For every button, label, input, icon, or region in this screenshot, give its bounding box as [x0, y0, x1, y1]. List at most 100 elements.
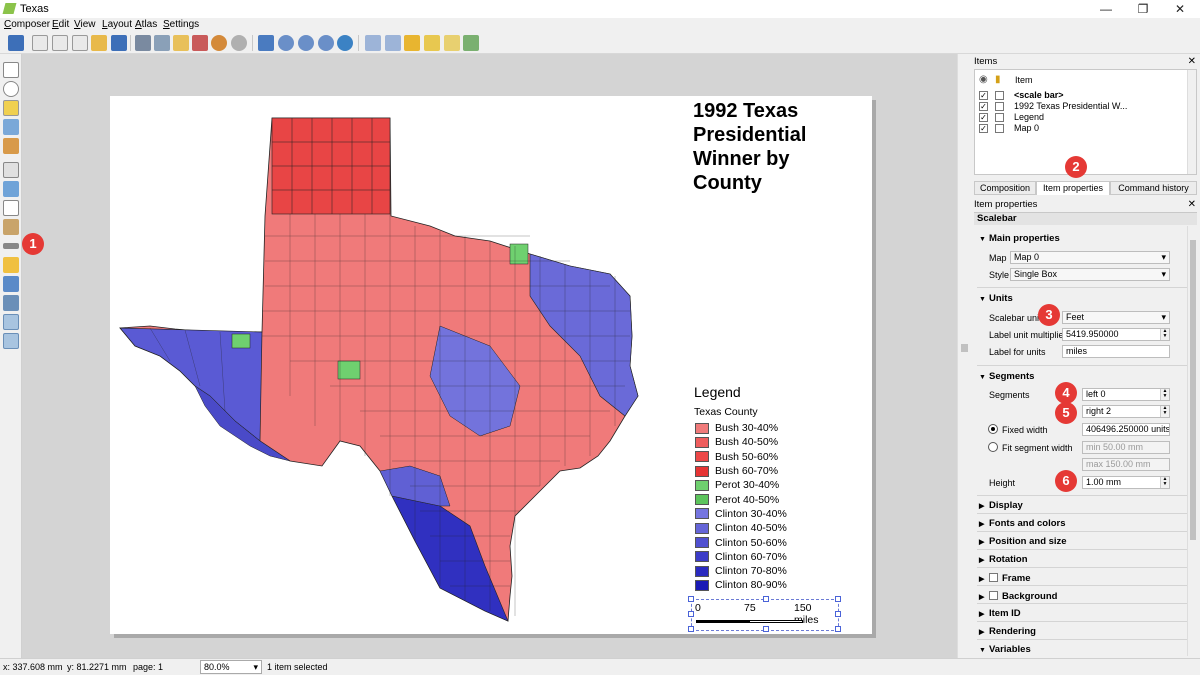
canvas-scrollbar[interactable]	[957, 54, 971, 658]
ungroup-icon[interactable]	[385, 35, 401, 51]
save-icon[interactable]	[8, 35, 24, 51]
scrollbar-thumb[interactable]	[1190, 240, 1196, 540]
visibility-checkbox[interactable]: ✓	[979, 113, 988, 122]
add-scalebar-icon[interactable]	[3, 243, 19, 249]
layout-page[interactable]: 1992 Texas Presidential Winner by County…	[110, 96, 872, 634]
close-icon[interactable]: ✕	[1188, 56, 1196, 67]
add-label-icon[interactable]	[3, 200, 19, 216]
unlock-icon[interactable]	[424, 35, 440, 51]
item-row-map[interactable]: ✓ Map 0	[979, 123, 1194, 134]
map-legend[interactable]: Legend Texas County Bush 30-40% Bush 40-5…	[694, 384, 814, 593]
scalebar-units-select[interactable]: Feet	[1062, 311, 1170, 324]
resize-handle[interactable]	[835, 611, 841, 617]
resize-handle[interactable]	[688, 611, 694, 617]
add-html-icon[interactable]	[3, 333, 19, 349]
spinner-arrows-icon[interactable]: ▲ ▼	[1160, 389, 1169, 400]
refresh-icon[interactable]	[337, 35, 353, 51]
label-multiplier-input[interactable]: 5419.950000 ▲ ▼	[1062, 328, 1170, 341]
add-image-icon[interactable]	[3, 181, 19, 197]
map-title[interactable]: 1992 Texas Presidential Winner by County	[693, 99, 863, 195]
segments-left-input[interactable]: left 0 ▲ ▼	[1082, 388, 1170, 401]
tab-command-history[interactable]: Command history	[1110, 181, 1197, 195]
fixed-width-input[interactable]: 406496.250000 units	[1082, 423, 1170, 436]
lock-icon[interactable]	[404, 35, 420, 51]
new-composer-icon[interactable]	[32, 35, 48, 51]
composer-canvas[interactable]: 1992 Texas Presidential Winner by County…	[22, 54, 957, 658]
zoom-out-icon[interactable]	[318, 35, 334, 51]
redo-icon[interactable]	[231, 35, 247, 51]
texas-map[interactable]	[110, 96, 690, 634]
open-template-icon[interactable]	[91, 35, 107, 51]
resize-handle[interactable]	[688, 626, 694, 632]
raise-icon[interactable]	[444, 35, 460, 51]
close-icon[interactable]: ✕	[1188, 199, 1196, 210]
segments-right-input[interactable]: right 2 ▲ ▼	[1082, 405, 1170, 418]
align-icon[interactable]	[463, 35, 479, 51]
zoom-100-icon[interactable]	[278, 35, 294, 51]
menu-settings[interactable]: Settings	[163, 19, 199, 30]
min-width-input[interactable]: min 50.00 mm	[1082, 441, 1170, 454]
zoom-in-icon[interactable]	[298, 35, 314, 51]
section-rotation[interactable]: ▶ Rotation	[979, 554, 1028, 565]
export-pdf-icon[interactable]	[192, 35, 208, 51]
section-item-id[interactable]: ▶ Item ID	[979, 608, 1021, 619]
add-shape-icon[interactable]	[3, 257, 19, 273]
style-select[interactable]: Single Box	[1010, 268, 1170, 281]
close-icon[interactable]: ✕	[1162, 0, 1198, 18]
fit-width-radio[interactable]	[988, 442, 998, 452]
map-select[interactable]: Map 0	[1010, 251, 1170, 264]
section-units[interactable]: ▼ Units	[979, 293, 1013, 304]
resize-handle[interactable]	[835, 626, 841, 632]
spinner-arrows-icon[interactable]: ▲ ▼	[1160, 477, 1169, 488]
tab-composition[interactable]: Composition	[974, 181, 1036, 195]
frame-checkbox[interactable]	[989, 573, 998, 582]
lock-checkbox[interactable]	[995, 102, 1004, 111]
background-checkbox[interactable]	[989, 591, 998, 600]
label-units-input[interactable]: miles	[1062, 345, 1170, 358]
undo-icon[interactable]	[211, 35, 227, 51]
section-rendering[interactable]: ▶ Rendering	[979, 626, 1036, 637]
section-main-properties[interactable]: ▼ Main properties	[979, 233, 1060, 244]
menu-atlas[interactable]: Atlas	[135, 19, 157, 30]
section-display[interactable]: ▶ Display	[979, 500, 1023, 511]
scale-bar[interactable]: 0 75 150 miles	[688, 596, 841, 632]
visibility-checkbox[interactable]: ✓	[979, 124, 988, 133]
add-arrow-icon[interactable]	[3, 295, 19, 311]
spinner-arrows-icon[interactable]: ▲ ▼	[1160, 329, 1169, 340]
export-image-icon[interactable]	[154, 35, 170, 51]
add-node-icon[interactable]	[3, 276, 19, 292]
print-icon[interactable]	[135, 35, 151, 51]
section-background[interactable]: ▶ Background	[979, 590, 1057, 602]
item-row-scalebar[interactable]: ✓ <scale bar>	[979, 90, 1194, 101]
menu-view[interactable]: View	[74, 19, 96, 30]
export-svg-icon[interactable]	[173, 35, 189, 51]
lock-checkbox[interactable]	[995, 91, 1004, 100]
section-position-size[interactable]: ▶ Position and size	[979, 536, 1067, 547]
move-content-icon[interactable]	[3, 119, 19, 135]
section-segments[interactable]: ▼ Segments	[979, 371, 1034, 382]
add-legend-icon[interactable]	[3, 219, 19, 235]
resize-handle[interactable]	[688, 596, 694, 602]
items-scrollbar[interactable]	[1187, 70, 1196, 174]
lock-checkbox[interactable]	[995, 124, 1004, 133]
select-icon[interactable]	[3, 100, 19, 116]
section-fonts-colors[interactable]: ▶ Fonts and colors	[979, 518, 1066, 529]
pan-icon[interactable]	[3, 62, 19, 78]
zoom-select[interactable]: 80.0%	[200, 660, 262, 674]
section-variables[interactable]: ▼ Variables	[979, 644, 1031, 655]
group-icon[interactable]	[365, 35, 381, 51]
tab-item-properties[interactable]: Item properties	[1036, 181, 1110, 195]
max-width-input[interactable]: max 150.00 mm	[1082, 458, 1170, 471]
scrollbar-thumb[interactable]	[961, 344, 968, 352]
lock-checkbox[interactable]	[995, 113, 1004, 122]
height-input[interactable]: 1.00 mm ▲ ▼	[1082, 476, 1170, 489]
item-row-legend[interactable]: ✓ Legend	[979, 112, 1194, 123]
composer-manager-icon[interactable]	[72, 35, 88, 51]
add-map-icon[interactable]	[3, 162, 19, 178]
visibility-checkbox[interactable]: ✓	[979, 102, 988, 111]
item-row-title[interactable]: ✓ 1992 Texas Presidential W...	[979, 101, 1194, 112]
maximize-icon[interactable]: ❐	[1125, 0, 1161, 18]
resize-handle[interactable]	[763, 596, 769, 602]
visibility-checkbox[interactable]: ✓	[979, 91, 988, 100]
edit-nodes-icon[interactable]	[3, 138, 19, 154]
